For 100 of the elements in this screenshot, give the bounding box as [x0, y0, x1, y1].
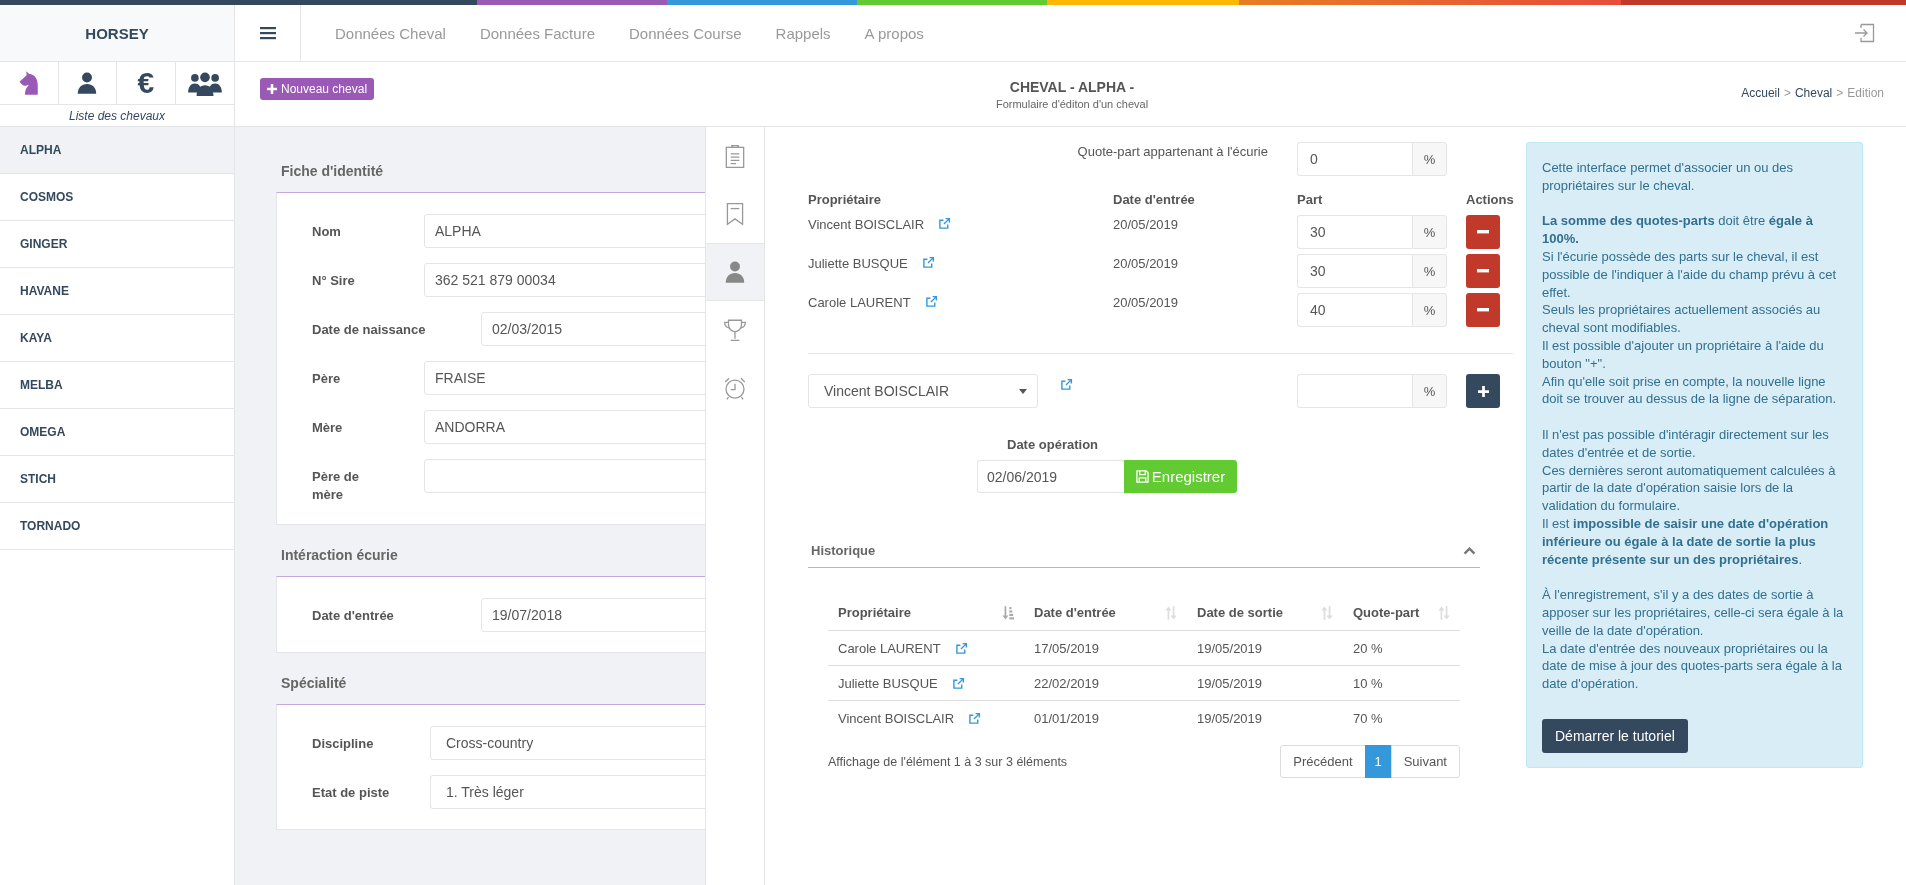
sort-ascending-icon[interactable] — [1002, 605, 1014, 620]
owner-name: Carole LAURENT — [808, 295, 911, 310]
help-text: Si l'écurie possède des parts sur le cheval, il est possible de l'indiquer à l'aide du champ prévu à cet effet. — [1542, 248, 1838, 302]
plus-icon — [267, 84, 277, 94]
horse-list-item[interactable]: TORNADO — [0, 503, 234, 550]
field-label: Etat de piste — [312, 784, 391, 802]
column-header: Actions — [1466, 192, 1514, 209]
text-field[interactable]: 362 521 879 00034 — [424, 263, 705, 297]
table-cell: 22/02/2019 — [1024, 665, 1187, 701]
tutorial-button[interactable]: Démarrer le tutoriel — [1542, 718, 1688, 753]
share-field[interactable]: 0 — [1297, 142, 1412, 176]
field-label: Nom — [312, 223, 342, 241]
column-header: Propriétaire — [838, 605, 911, 620]
select-field[interactable]: Cross-country — [430, 726, 705, 760]
section-title: Historique — [811, 542, 876, 558]
text-field[interactable]: FRAISE — [424, 361, 705, 395]
horse-list-item[interactable]: MELBA — [0, 362, 234, 409]
remove-button[interactable] — [1466, 293, 1500, 327]
field-label: Date d'entrée — [312, 607, 395, 625]
external-link-icon[interactable] — [938, 217, 952, 230]
column-header: Date de sortie — [1197, 605, 1283, 620]
text-field[interactable]: ANDORRA — [424, 410, 705, 444]
text-field[interactable]: ALPHA — [424, 214, 705, 248]
sidebar-caption: Liste des chevaux — [68, 108, 166, 123]
field-label: Quote-part appartenant à l'écurie — [1077, 143, 1269, 161]
plus-icon — [1477, 385, 1489, 397]
next-button[interactable]: Suivant — [1390, 744, 1460, 778]
column-header: Date d'entrée — [1113, 192, 1196, 209]
external-link-icon[interactable] — [968, 711, 982, 725]
column-header: Date d'entrée — [1034, 605, 1116, 620]
breadcrumb-current: Edition — [1847, 86, 1884, 100]
help-text: Il n'est pas possible d'intéragir directement sur les dates d'entrée et de sortie. — [1542, 425, 1830, 462]
column-header: Propriétaire — [808, 192, 882, 209]
section-title: Intéraction écurie — [281, 547, 398, 563]
table-cell: 19/05/2019 — [1187, 700, 1343, 736]
page-title: CHEVAL - ALPHA - — [1009, 78, 1135, 95]
menu-icon[interactable] — [259, 26, 276, 40]
field-label: N° Sire — [312, 272, 356, 290]
help-text: Seuls les propriétaires actuellement associés au cheval sont modifiables. — [1542, 301, 1822, 337]
sidebar-tab[interactable]: € — [117, 62, 176, 104]
help-text: À l'enregistrement, s'il y a des dates de sortie à apposer sur les propriétaires, celle-ci sera égale à la veille de la date d'opération. — [1542, 586, 1845, 640]
owner-name: Juliette BUSQUE — [808, 256, 908, 271]
add-button[interactable] — [1466, 374, 1500, 408]
alarm-clock-icon — [722, 375, 748, 401]
horse-list-item[interactable]: OMEGA — [0, 409, 234, 456]
share-field[interactable]: 30 — [1297, 215, 1412, 249]
help-text: Il est impossible de saisir une date d'opération inférieure ou égale à la date de sortie la plus récente présente sur un des propriétaires. — [1542, 514, 1830, 569]
help-text: La somme des quotes-parts doit être égale à 100%. — [1542, 212, 1814, 248]
field-label: Mère — [312, 419, 344, 437]
help-text: Afin qu'elle soit prise en compte, la nouvelle ligne doit se trouver au dessus de la ligne de séparation. — [1542, 372, 1838, 409]
brand-name: HORSEY — [85, 24, 149, 42]
section-title: Fiche d'identité — [281, 163, 384, 179]
breadcrumb-link[interactable]: Accueil — [1741, 86, 1780, 100]
page-subtitle: Formulaire d'éditon d'un cheval — [995, 97, 1149, 110]
field-label: Père — [312, 370, 342, 388]
table-cell: Carole LAURENT — [838, 640, 941, 656]
owner-select[interactable]: Vincent BOISCLAIR — [808, 374, 1038, 408]
horse-list-item[interactable]: KAYA — [0, 315, 234, 362]
minus-icon — [1477, 230, 1489, 234]
table-cell: 20 % — [1343, 630, 1460, 666]
horse-list-item[interactable]: HAVANE — [0, 268, 234, 315]
breadcrumb-link[interactable]: Cheval — [1794, 86, 1833, 100]
unit-addon: % — [1412, 142, 1447, 176]
help-text: Ces dernières seront automatiquement calculées à partir de la date d'opération saisie lors de la validation du formulaire. — [1542, 461, 1837, 515]
new-horse-button[interactable]: Nouveau cheval — [260, 78, 375, 100]
date-field[interactable]: 02/06/2019 — [977, 460, 1124, 493]
table-cell: 19/05/2019 — [1187, 665, 1343, 701]
help-text: La date d'entrée des nouveaux propriétaires ou la date de mise à jour des quotes-parts sera égale à la date d'opération. — [1542, 639, 1843, 693]
table-cell: Juliette BUSQUE — [838, 675, 938, 691]
horse-list-item[interactable]: STICH — [0, 456, 234, 503]
side-tab[interactable] — [706, 243, 764, 301]
remove-button[interactable] — [1466, 215, 1500, 249]
horse-list-item[interactable]: ALPHA — [0, 127, 234, 174]
column-header: Part — [1297, 192, 1324, 209]
table-info: Affichage de l'élément 1 à 3 sur 3 éléments — [828, 753, 1068, 769]
date-field[interactable]: 19/07/2018 — [481, 598, 705, 632]
unit-addon: % — [1412, 374, 1447, 408]
external-link-icon[interactable] — [924, 295, 938, 308]
horse-list-item[interactable]: COSMOS — [0, 174, 234, 221]
exit-icon[interactable] — [1853, 21, 1877, 45]
external-link-icon[interactable] — [954, 641, 968, 655]
share-field[interactable]: 30 — [1297, 254, 1412, 288]
previous-button[interactable]: Précédent — [1280, 744, 1366, 778]
select-field[interactable]: 1. Très léger — [430, 775, 705, 809]
breadcrumb-separator: > — [1836, 86, 1844, 100]
breadcrumb-separator: > — [1783, 86, 1791, 100]
field-label: Discipline — [312, 735, 375, 753]
external-link-icon[interactable] — [1060, 378, 1073, 391]
share-field[interactable] — [1297, 374, 1412, 408]
horse-list-item[interactable]: GINGER — [0, 221, 234, 268]
share-field[interactable]: 40 — [1297, 293, 1412, 327]
chevron-up-icon[interactable] — [1463, 545, 1476, 555]
external-link-icon[interactable] — [921, 256, 935, 269]
date-field[interactable]: 02/03/2015 — [481, 312, 705, 346]
owner-name: Vincent BOISCLAIR — [808, 217, 925, 232]
external-link-icon[interactable] — [951, 676, 965, 690]
help-text: Il est possible d'ajouter un propriétaire à l'aide du bouton "+". — [1542, 336, 1825, 373]
remove-button[interactable] — [1466, 254, 1500, 288]
table-cell: 17/05/2019 — [1024, 630, 1187, 666]
table-cell: 70 % — [1343, 700, 1460, 736]
